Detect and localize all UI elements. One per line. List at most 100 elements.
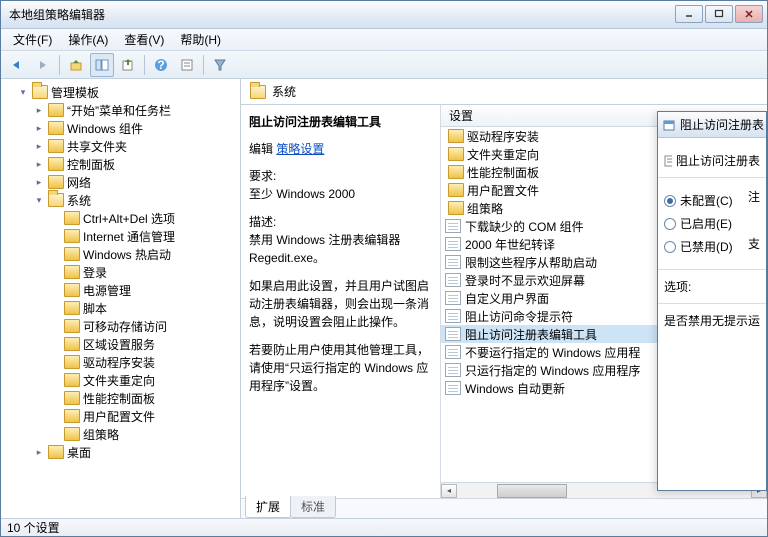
tree-label: 用户配置文件 [83,408,155,425]
expand-spacer [49,392,61,404]
edit-policy-link[interactable]: 策略设置 [276,142,324,156]
forward-button[interactable] [31,53,55,77]
tree-item[interactable]: ▸Windows 组件 [1,119,240,137]
collapse-icon[interactable]: ▾ [33,194,45,206]
maximize-button[interactable] [705,5,733,23]
tree-pane[interactable]: ▾ 管理模板 ▸“开始”菜单和任务栏▸Windows 组件▸共享文件夹▸控制面板… [1,79,241,518]
tree-item[interactable]: 驱动程序安装 [1,353,240,371]
tree-item[interactable]: ▸控制面板 [1,155,240,173]
tree-item[interactable]: ▸共享文件夹 [1,137,240,155]
dialog-body: 阻止访问注册表 未配置(C) 已启用(E) 已禁用(D) [658,138,766,337]
back-button[interactable] [5,53,29,77]
policy-file-icon [445,291,461,305]
tree-item[interactable]: 区域设置服务 [1,335,240,353]
window-title: 本地组策略编辑器 [1,6,675,23]
menu-help[interactable]: 帮助(H) [172,29,229,50]
tree-item[interactable]: 用户配置文件 [1,407,240,425]
expand-spacer [49,302,61,314]
menu-action[interactable]: 操作(A) [60,29,116,50]
menu-file[interactable]: 文件(F) [5,29,60,50]
tree-root-admin-templates[interactable]: ▾ 管理模板 [1,83,240,101]
toolbar-separator [144,55,145,75]
folder-icon [64,301,80,315]
tab-standard[interactable]: 标准 [290,496,336,518]
expand-icon[interactable]: ▸ [33,104,45,116]
tree-item[interactable]: 可移动存储访问 [1,317,240,335]
tree-item[interactable]: Windows 热启动 [1,245,240,263]
list-row-label: 性能控制面板 [467,164,539,181]
tree-item-system[interactable]: ▾ 系统 [1,191,240,209]
status-text: 10 个设置 [7,519,60,536]
folder-icon [64,391,80,405]
dialog-options-label: 选项: [664,278,760,295]
tree-label: Ctrl+Alt+Del 选项 [83,210,175,227]
scroll-left-button[interactable]: ◂ [441,484,457,498]
folder-icon [48,445,64,459]
tree-label: 文件夹重定向 [83,372,155,389]
tree-label: 网络 [67,174,91,191]
collapse-icon[interactable]: ▾ [17,86,29,98]
minimize-button[interactable] [675,5,703,23]
export-button[interactable] [116,53,140,77]
dialog-side-support: 支 [748,235,760,252]
scroll-thumb[interactable] [497,484,567,498]
expand-icon[interactable]: ▸ [33,122,45,134]
expand-icon[interactable]: ▸ [33,176,45,188]
tree-item[interactable]: 性能控制面板 [1,389,240,407]
tree-item[interactable]: 脚本 [1,299,240,317]
content-area: ▾ 管理模板 ▸“开始”菜单和任务栏▸Windows 组件▸共享文件夹▸控制面板… [1,79,767,518]
expand-icon[interactable]: ▸ [33,158,45,170]
tree-item[interactable]: ▸“开始”菜单和任务栏 [1,101,240,119]
help-button[interactable]: ? [149,53,173,77]
tree-label: 电源管理 [83,282,131,299]
show-tree-button[interactable] [90,53,114,77]
breadcrumb-label: 系统 [272,83,296,100]
requirement-value: 至少 Windows 2000 [249,185,432,203]
expand-spacer [49,338,61,350]
description-label: 描述: [249,213,432,231]
radio-unconfigured[interactable]: 未配置(C) [664,192,733,209]
filter-button[interactable] [208,53,232,77]
titlebar: 本地组策略编辑器 [1,1,767,29]
tree-item[interactable]: Ctrl+Alt+Del 选项 [1,209,240,227]
folder-icon [64,427,80,441]
radio-label: 已禁用(D) [680,238,733,255]
toolbar-separator [59,55,60,75]
folder-open-icon [32,85,48,99]
folder-icon [64,409,80,423]
tree-item[interactable]: 文件夹重定向 [1,371,240,389]
folder-icon [448,129,464,143]
tree-item[interactable]: ▸ 网络 [1,173,240,191]
up-button[interactable] [64,53,88,77]
tree-item-desktop[interactable]: ▸ 桌面 [1,443,240,461]
menu-view[interactable]: 查看(V) [116,29,172,50]
policy-title: 阻止访问注册表编辑工具 [249,113,432,130]
radio-disabled[interactable]: 已禁用(D) [664,238,733,255]
properties-button[interactable] [175,53,199,77]
tree-item[interactable]: Internet 通信管理 [1,227,240,245]
radio-icon [664,195,676,207]
close-button[interactable] [735,5,763,23]
tab-extended[interactable]: 扩展 [245,496,291,518]
dialog-subtitle-row: 阻止访问注册表 [664,152,760,169]
folder-open-icon [250,85,266,99]
expand-icon[interactable]: ▸ [33,140,45,152]
expand-spacer [49,284,61,296]
tree-item[interactable]: 登录 [1,263,240,281]
main-window: 本地组策略编辑器 文件(F) 操作(A) 查看(V) 帮助(H) ? ▾ 管理模 [0,0,768,537]
list-row-label: 组策略 [467,200,503,217]
folder-icon [64,229,80,243]
radio-enabled[interactable]: 已启用(E) [664,215,733,232]
expand-spacer [49,410,61,422]
list-row-label: 驱动程序安装 [467,128,539,145]
tree-item[interactable]: 组策略 [1,425,240,443]
folder-icon [48,175,64,189]
list-row-label: 2000 年世纪转译 [465,236,555,253]
tree-item[interactable]: 电源管理 [1,281,240,299]
policy-file-icon [445,309,461,323]
expand-icon[interactable]: ▸ [33,446,45,458]
policy-file-icon [445,219,461,233]
edit-label: 编辑 [249,142,273,156]
tree-label: 系统 [67,192,91,209]
folder-icon [448,165,464,179]
